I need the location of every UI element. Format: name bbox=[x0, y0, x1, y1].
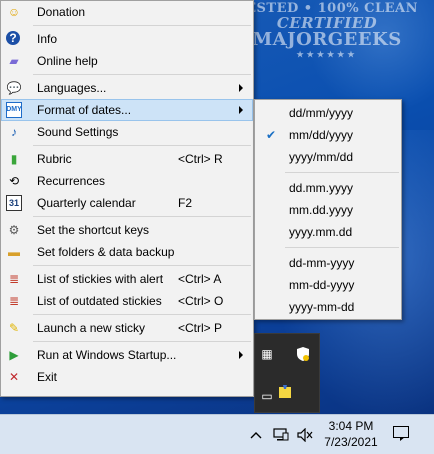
clock-date: 7/23/2021 bbox=[324, 435, 378, 449]
tray-overflow-popup: ▦ ▭ bbox=[254, 333, 320, 413]
menu-item-format-of-dates[interactable]: DMY Format of dates... bbox=[1, 99, 253, 121]
date-format-option[interactable]: ✔ mm/dd/yyyy bbox=[255, 124, 401, 146]
menu-item-stickies-alert[interactable]: ≣ List of stickies with alert <Ctrl> A bbox=[1, 268, 253, 290]
date-format-label: yyyy.mm.dd bbox=[289, 225, 353, 239]
network-icon[interactable] bbox=[272, 427, 290, 443]
menu-item-rubric[interactable]: ▮ Rubric <Ctrl> R bbox=[1, 148, 253, 170]
menu-item-windows-startup[interactable]: ▶ Run at Windows Startup... bbox=[1, 344, 253, 366]
menu-separator bbox=[33, 25, 251, 26]
tray-app-icon[interactable]: ▭ bbox=[259, 388, 275, 404]
play-icon: ▶ bbox=[9, 348, 19, 362]
menu-item-quarterly-calendar[interactable]: 31 Quarterly calendar F2 bbox=[1, 192, 253, 214]
volume-muted-icon[interactable] bbox=[296, 427, 314, 443]
menu-item-shortcut: <Ctrl> A bbox=[178, 272, 222, 286]
menu-item-label: Sound Settings bbox=[37, 125, 119, 139]
menu-item-online-help[interactable]: ▰ Online help bbox=[1, 50, 253, 72]
date-format-option[interactable]: yyyy/mm/dd bbox=[255, 146, 401, 168]
gear-icon: ⚙ bbox=[8, 223, 20, 237]
menu-item-label: Set folders & data backup bbox=[37, 245, 175, 259]
menu-separator bbox=[33, 265, 251, 266]
speech-bubble-icon: 💬 bbox=[6, 81, 22, 95]
taskbar: 3:04 PM 7/23/2021 bbox=[0, 414, 434, 454]
music-note-icon: ♪ bbox=[11, 125, 17, 139]
green-book-icon: ▮ bbox=[10, 152, 18, 166]
submenu-arrow-icon bbox=[239, 106, 243, 114]
date-format-option[interactable]: dd-mm-yyyy bbox=[255, 252, 401, 274]
date-format-option[interactable]: dd.mm.yyyy bbox=[255, 177, 401, 199]
menu-item-sound-settings[interactable]: ♪ Sound Settings bbox=[1, 121, 253, 143]
menu-item-recurrences[interactable]: ⟲ Recurrences bbox=[1, 170, 253, 192]
date-format-label: mm-dd-yyyy bbox=[289, 278, 355, 292]
menu-separator bbox=[33, 74, 251, 75]
folder-icon: ▬ bbox=[8, 245, 20, 259]
submenu-separator bbox=[285, 172, 399, 173]
menu-item-label: Languages... bbox=[37, 81, 107, 95]
date-format-label: mm/dd/yyyy bbox=[289, 128, 354, 142]
menu-item-label: Rubric bbox=[37, 152, 72, 166]
context-menu: ☺ Donation ? Info ▰ Online help 💬 Langua… bbox=[0, 0, 254, 397]
smiley-icon: ☺ bbox=[7, 5, 21, 19]
menu-item-label: Launch a new sticky bbox=[37, 321, 146, 335]
menu-item-shortcut: <Ctrl> O bbox=[178, 294, 224, 308]
menu-item-languages[interactable]: 💬 Languages... bbox=[1, 77, 253, 99]
menu-separator bbox=[33, 341, 251, 342]
new-sticky-icon: ✎ bbox=[8, 321, 20, 335]
date-format-option[interactable]: mm.dd.yyyy bbox=[255, 199, 401, 221]
book-icon: ▰ bbox=[9, 54, 19, 68]
menu-item-new-sticky[interactable]: ✎ Launch a new sticky <Ctrl> P bbox=[1, 317, 253, 339]
menu-item-label: List of outdated stickies bbox=[37, 294, 162, 308]
date-format-icon: DMY bbox=[6, 102, 22, 118]
taskbar-clock[interactable]: 3:04 PM 7/23/2021 bbox=[320, 418, 382, 450]
date-format-label: dd/mm/yyyy bbox=[289, 106, 354, 120]
date-format-label: dd-mm-yyyy bbox=[289, 256, 355, 270]
menu-item-label: Run at Windows Startup... bbox=[37, 348, 177, 362]
date-format-label: mm.dd.yyyy bbox=[289, 203, 354, 217]
alert-list-icon: ≣ bbox=[8, 272, 20, 286]
clock-time: 3:04 PM bbox=[328, 419, 374, 433]
submenu-arrow-icon bbox=[239, 84, 243, 92]
menu-item-label: List of stickies with alert bbox=[37, 272, 164, 286]
menu-separator bbox=[33, 216, 251, 217]
menu-item-folders-backup[interactable]: ▬ Set folders & data backup bbox=[1, 241, 253, 263]
date-format-option[interactable]: mm-dd-yyyy bbox=[255, 274, 401, 296]
submenu-arrow-icon bbox=[239, 351, 243, 359]
date-format-option[interactable]: dd/mm/yyyy bbox=[255, 102, 401, 124]
menu-separator bbox=[33, 145, 251, 146]
calendar-icon: 31 bbox=[6, 195, 22, 211]
checkmark-icon: ✔ bbox=[265, 128, 277, 142]
help-icon: ? bbox=[6, 31, 20, 45]
menu-item-donation[interactable]: ☺ Donation bbox=[1, 1, 253, 23]
tray-app-icon[interactable]: ▦ bbox=[259, 346, 275, 362]
notification-icon[interactable] bbox=[391, 425, 411, 443]
outdated-list-icon: ≣ bbox=[8, 294, 20, 308]
date-format-label: yyyy-mm-dd bbox=[289, 300, 355, 314]
date-format-option[interactable]: yyyy.mm.dd bbox=[255, 221, 401, 243]
menu-item-exit[interactable]: ✕ Exit bbox=[1, 366, 253, 388]
repeat-icon: ⟲ bbox=[8, 174, 20, 188]
menu-item-label: Set the shortcut keys bbox=[37, 223, 150, 237]
chevron-up-icon[interactable] bbox=[249, 427, 263, 443]
close-icon: ✕ bbox=[8, 370, 20, 384]
date-format-label: yyyy/mm/dd bbox=[289, 150, 354, 164]
menu-item-label: Info bbox=[37, 32, 58, 46]
menu-item-label: Format of dates... bbox=[37, 103, 132, 117]
date-format-submenu: dd/mm/yyyy ✔ mm/dd/yyyy yyyy/mm/dd dd.mm.… bbox=[254, 99, 402, 320]
menu-item-label: Exit bbox=[37, 370, 58, 384]
menu-item-label: Quarterly calendar bbox=[37, 196, 136, 210]
menu-item-outdated-stickies[interactable]: ≣ List of outdated stickies <Ctrl> O bbox=[1, 290, 253, 312]
menu-item-info[interactable]: ? Info bbox=[1, 28, 253, 50]
submenu-separator bbox=[285, 247, 399, 248]
date-format-option[interactable]: yyyy-mm-dd bbox=[255, 296, 401, 318]
menu-item-shortcut-keys[interactable]: ⚙ Set the shortcut keys bbox=[1, 219, 253, 241]
menu-item-shortcut: <Ctrl> R bbox=[178, 152, 223, 166]
menu-item-label: Online help bbox=[37, 54, 98, 68]
menu-separator bbox=[33, 314, 251, 315]
date-format-label: dd.mm.yyyy bbox=[289, 181, 354, 195]
menu-item-shortcut: <Ctrl> P bbox=[178, 321, 223, 335]
menu-item-label: Recurrences bbox=[37, 174, 106, 188]
menu-item-label: Donation bbox=[37, 5, 86, 19]
sticky-note-tray-icon[interactable] bbox=[277, 384, 293, 400]
security-shield-icon[interactable] bbox=[295, 346, 311, 362]
menu-item-shortcut: F2 bbox=[178, 196, 193, 210]
